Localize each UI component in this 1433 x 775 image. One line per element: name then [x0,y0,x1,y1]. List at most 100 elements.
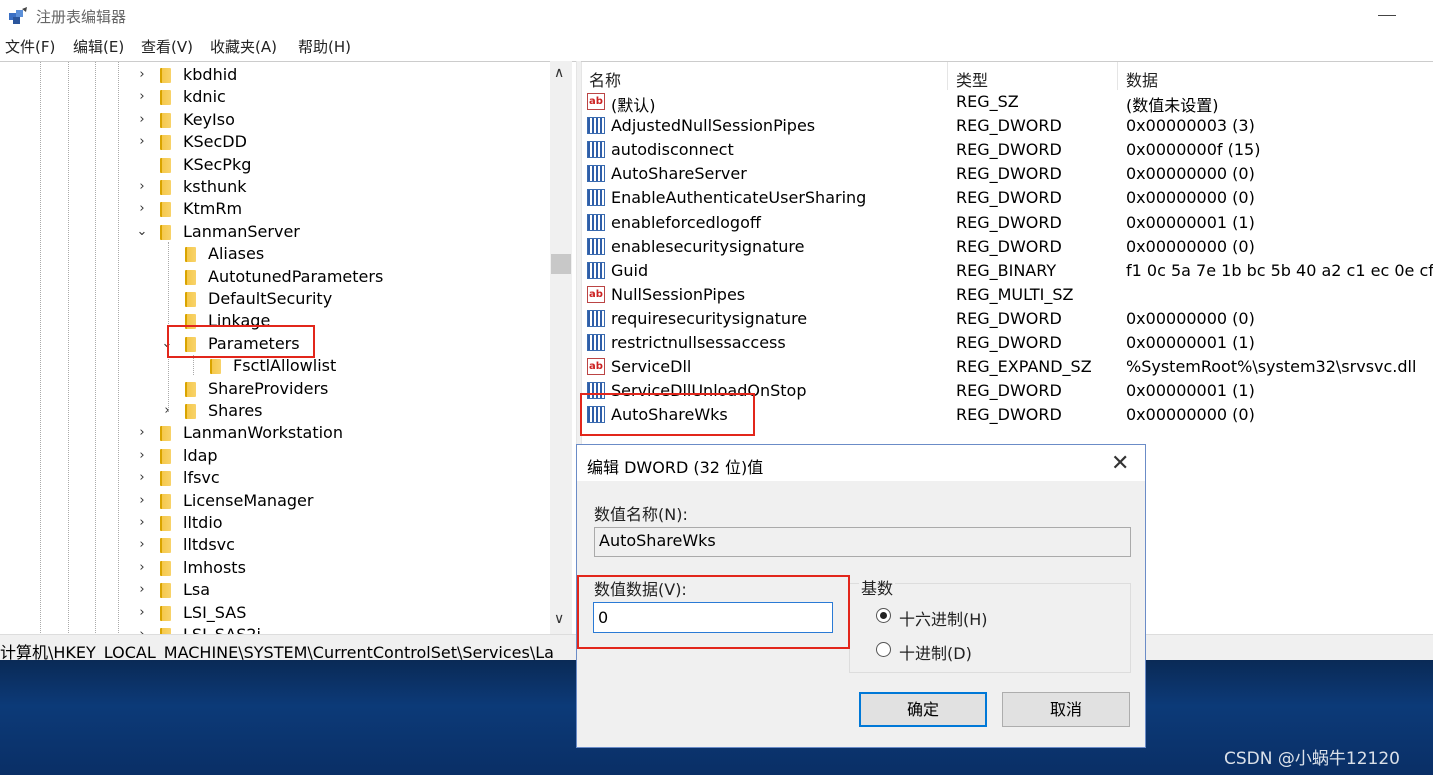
folder-icon [160,516,171,531]
hex-label[interactable]: 十六进制(H) [899,606,988,630]
expand-chevron-icon[interactable]: › [136,179,148,194]
value-row[interactable]: autodisconnect REG_DWORD 0x0000000f (15) [581,138,1433,162]
expand-chevron-icon[interactable]: › [136,605,148,620]
folder-icon [160,112,171,128]
tree-item-label: LicenseManager [183,490,314,510]
expand-chevron-icon[interactable] [161,246,173,260]
expand-chevron-icon[interactable]: › [136,582,148,597]
value-row[interactable]: enableforcedlogoff REG_DWORD 0x00000001 (1… [581,211,1433,235]
string-value-icon: ab [587,285,605,303]
value-type: REG_BINARY [956,260,1057,280]
value-row[interactable]: Guid REG_BINARY f1 0c 5a 7e 1b bc 5b 40 a2… [581,259,1433,283]
ok-button[interactable]: 确定 [859,692,987,727]
value-name-field: AutoShareWks [594,527,1131,557]
scroll-thumb[interactable] [551,254,571,274]
expand-chevron-icon[interactable]: › [136,448,148,463]
minimize-button[interactable] [1378,15,1396,16]
value-row[interactable]: requiresecuritysignature REG_DWORD 0x00000… [581,307,1433,331]
value-data: 0x0000000f (15) [1126,140,1261,160]
expand-chevron-icon[interactable] [136,157,148,171]
tree-item-label: lltdio [183,513,223,532]
folder-icon [160,68,171,83]
value-type: REG_DWORD [956,405,1062,425]
value-type: REG_DWORD [956,381,1062,401]
value-data: 0x00000000 (0) [1126,405,1255,425]
dec-label[interactable]: 十进制(D) [899,640,972,664]
menu-view[interactable]: 查看(V) [141,36,193,57]
expand-chevron-icon[interactable]: ⌄ [136,224,148,239]
folder-icon [160,448,171,464]
expand-chevron-icon[interactable] [161,291,173,305]
expand-chevron-icon[interactable]: › [136,67,148,82]
value-name: NullSessionPipes [611,284,746,304]
dialog-title: 编辑 DWORD (32 位)值 [587,458,764,477]
menu-help[interactable]: 帮助(H) [298,36,351,57]
value-row[interactable]: ab NullSessionPipes REG_MULTI_SZ [581,283,1433,307]
value-name: EnableAuthenticateUserSharing [611,188,867,208]
hex-radio[interactable] [876,608,891,623]
tree-item-label: Aliases [208,244,265,264]
close-icon[interactable]: ✕ [1111,451,1129,476]
column-header-data[interactable]: 数据 [1126,67,1158,91]
value-row[interactable]: ab (默认) REG_SZ (数值未设置) [581,90,1433,115]
scroll-down-icon[interactable]: ∨ [554,611,564,627]
value-row[interactable]: enablesecuritysignature REG_DWORD 0x000000… [581,235,1433,259]
expand-chevron-icon[interactable] [161,381,173,395]
value-row[interactable]: AdjustedNullSessionPipes REG_DWORD 0x00000… [581,114,1433,138]
tree-item-label: AutotunedParameters [208,266,384,286]
expand-chevron-icon[interactable]: › [136,515,148,530]
menu-edit[interactable]: 编辑(E) [73,36,124,57]
folder-icon [160,135,171,151]
binary-value-icon [587,141,605,159]
menu-favorites[interactable]: 收藏夹(A) [210,36,277,57]
tree-scrollbar[interactable]: ∧ ∨ [550,61,572,634]
expand-chevron-icon[interactable]: › [136,560,148,575]
tree-item-label: LSI_SAS [183,602,247,622]
value-data: 0x00000000 (0) [1126,236,1255,256]
value-row[interactable]: restrictnullsessaccess REG_DWORD 0x0000000… [581,331,1433,355]
expand-chevron-icon[interactable]: › [136,134,148,149]
value-row[interactable]: EnableAuthenticateUserSharing REG_DWORD 0x… [581,186,1433,210]
value-data: 0x00000000 (0) [1126,164,1255,184]
folder-icon [160,426,171,442]
expand-chevron-icon[interactable]: › [136,470,148,485]
value-name: (默认) [611,96,656,115]
tree-item-label: LanmanServer [183,221,300,241]
highlight-autosharewks [580,393,755,436]
tree-item-label: lmhosts [183,557,246,577]
value-type: REG_MULTI_SZ [956,284,1074,304]
expand-chevron-icon[interactable]: › [136,493,148,508]
column-header-type[interactable]: 类型 [956,67,988,91]
expand-chevron-icon[interactable] [186,358,198,372]
value-type: REG_DWORD [956,140,1062,160]
expand-chevron-icon[interactable] [161,269,173,283]
binary-value-icon [587,165,605,183]
value-name-label: 数值名称(N): [594,505,688,524]
folder-icon [160,471,171,487]
string-value-icon: ab [587,358,605,376]
dec-radio[interactable] [876,642,891,657]
value-name: AutoShareServer [611,164,747,184]
value-row[interactable]: AutoShareServer REG_DWORD 0x00000000 (0) [581,162,1433,186]
value-type: REG_EXPAND_SZ [956,357,1092,377]
folder-icon [185,247,196,263]
expand-chevron-icon[interactable]: › [136,537,148,552]
folder-icon [160,90,171,106]
column-header-name[interactable]: 名称 [589,67,621,91]
value-data: %SystemRoot%\system32\srvsvc.dll [1126,357,1417,377]
menu-file[interactable]: 文件(F) [5,36,55,57]
expand-chevron-icon[interactable]: › [136,112,148,127]
expand-chevron-icon[interactable]: › [161,403,173,418]
folder-icon [160,605,171,621]
value-data: 0x00000001 (1) [1126,333,1255,352]
cancel-button[interactable]: 取消 [1002,692,1130,727]
value-name: restrictnullsessaccess [611,333,786,352]
scroll-up-icon[interactable]: ∧ [554,65,564,81]
folder-icon [185,269,196,285]
menu-bar: 文件(F) 编辑(E) 查看(V) 收藏夹(A) 帮助(H) [0,36,1433,58]
value-row[interactable]: ab ServiceDll REG_EXPAND_SZ %SystemRoot%\sy… [581,355,1433,379]
expand-chevron-icon[interactable]: › [136,89,148,104]
value-type: REG_DWORD [956,164,1062,184]
expand-chevron-icon[interactable]: › [136,425,148,440]
expand-chevron-icon[interactable]: › [136,201,148,216]
